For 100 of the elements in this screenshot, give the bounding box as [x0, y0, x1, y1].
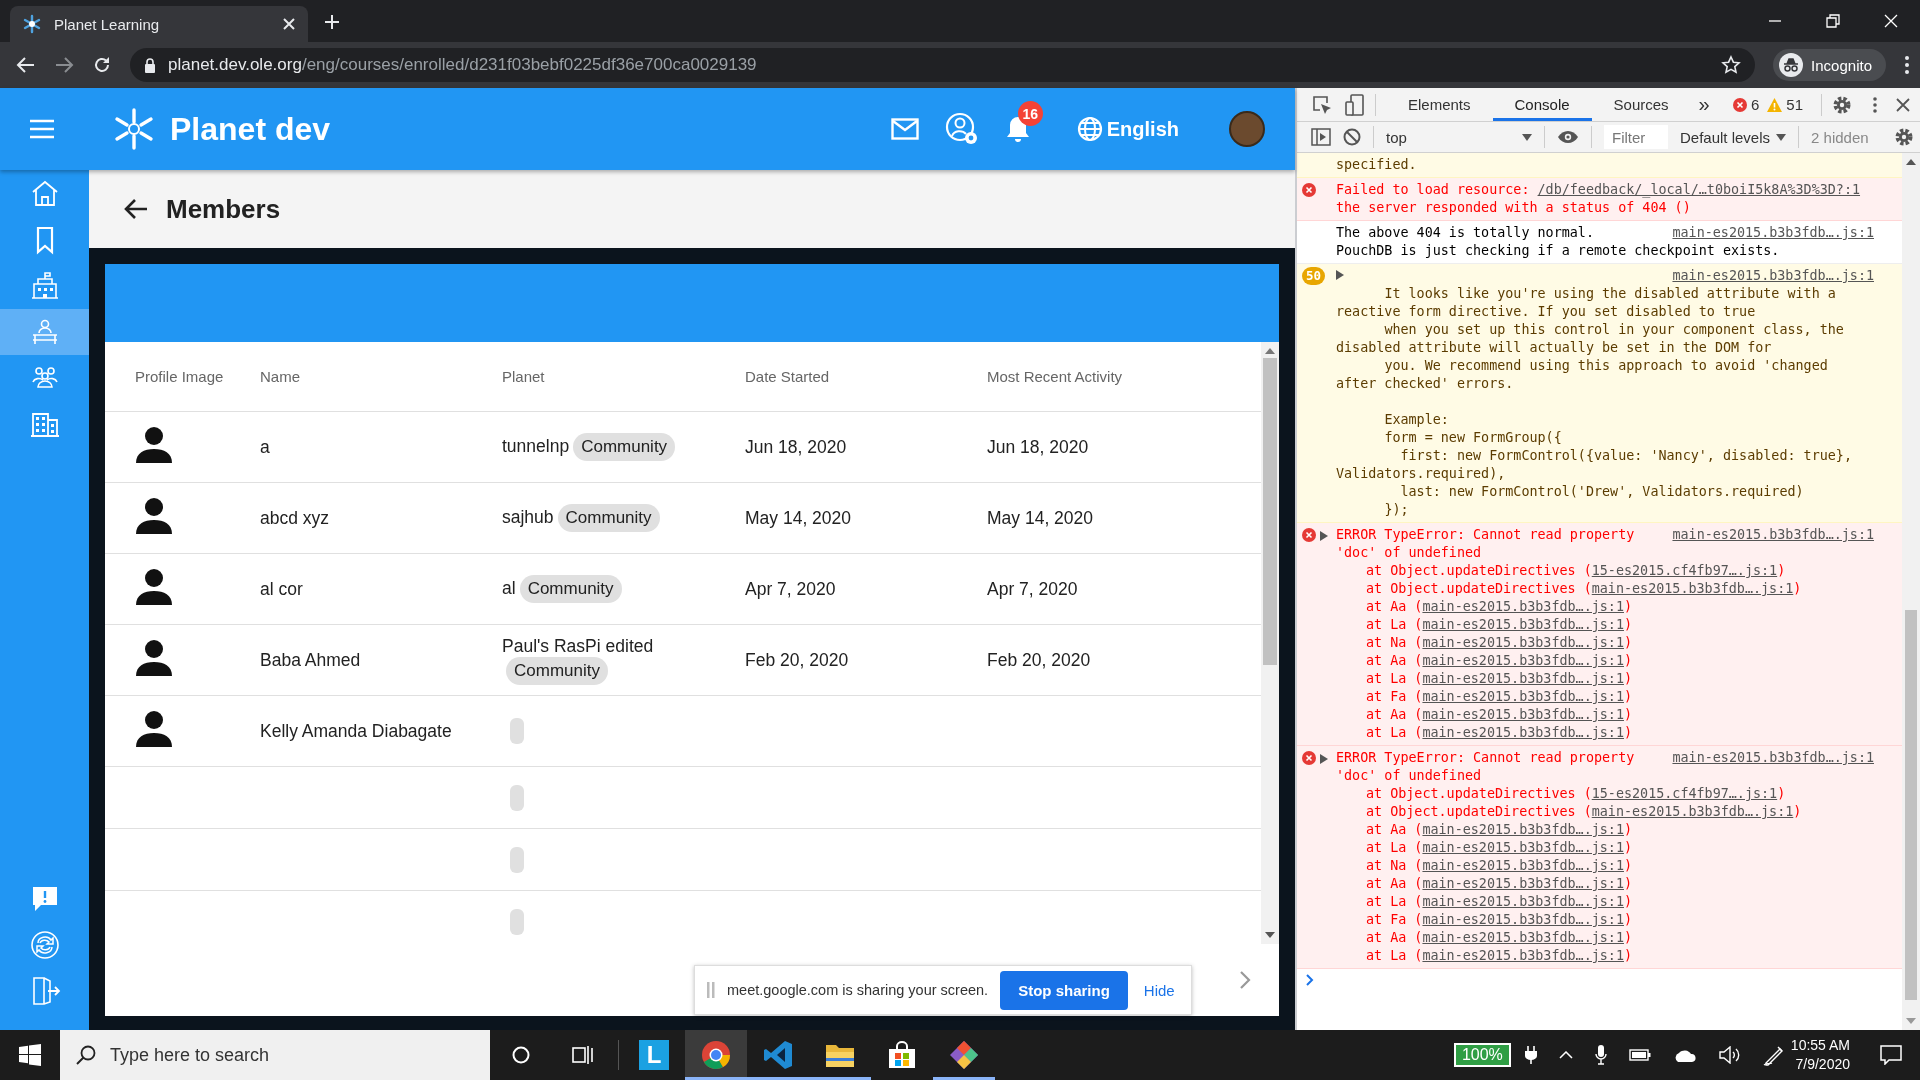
source-link[interactable]: main-es2015.b3b3fdb….js:1: [1591, 804, 1794, 819]
context-select[interactable]: top: [1386, 128, 1532, 146]
mail-icon[interactable]: [890, 118, 919, 140]
error-count[interactable]: 6: [1732, 96, 1760, 113]
devtools-tab[interactable]: Elements: [1386, 88, 1493, 121]
microphone-icon[interactable]: [1594, 1045, 1607, 1065]
warning-count[interactable]: 51: [1767, 96, 1803, 113]
stack-frame: at La (main-es2015.b3b3fdb….js:1): [1366, 724, 1874, 742]
device-toolbar-icon[interactable]: [1345, 93, 1365, 116]
forward-arrow-icon[interactable]: [54, 55, 74, 75]
loading-placeholder: [510, 846, 524, 873]
pen-icon[interactable]: [1762, 1044, 1785, 1066]
sync-icon[interactable]: [28, 929, 61, 961]
column-header[interactable]: Profile Image: [135, 368, 260, 385]
expand-triangle-icon[interactable]: [1336, 270, 1344, 280]
circle-icon[interactable]: [512, 1046, 530, 1064]
source-link[interactable]: main-es2015.b3b3fdb….js:1: [1422, 840, 1624, 855]
source-link[interactable]: main-es2015.b3b3fdb….js:1: [1422, 930, 1624, 945]
back-arrow-icon[interactable]: [124, 198, 148, 220]
source-link[interactable]: main-es2015.b3b3fdb….js:1: [1672, 267, 1874, 285]
source-link[interactable]: main-es2015.b3b3fdb….js:1: [1422, 635, 1624, 650]
next-page-chevron-icon[interactable]: [1239, 970, 1251, 990]
eye-icon[interactable]: [1557, 130, 1579, 144]
source-link[interactable]: 15-es2015.cf4fb97….js:1: [1591, 563, 1778, 578]
source-link[interactable]: main-es2015.b3b3fdb….js:1: [1422, 858, 1624, 873]
user-settings-icon[interactable]: [944, 112, 979, 146]
back-arrow-icon[interactable]: [16, 55, 36, 75]
scrollbar[interactable]: [1902, 153, 1920, 1030]
more-tabs-button[interactable]: »: [1690, 88, 1718, 121]
ring-app-icon[interactable]: [701, 1040, 731, 1070]
menu-icon[interactable]: [30, 119, 54, 139]
folder-icon[interactable]: [825, 1042, 855, 1068]
devtools-tab[interactable]: Sources: [1591, 88, 1691, 121]
speaker-icon[interactable]: [1718, 1046, 1741, 1064]
source-link[interactable]: main-es2015.b3b3fdb….js:1: [1422, 617, 1624, 632]
settings-icon[interactable]: [1894, 127, 1914, 147]
table-cell: tunnelnp: [502, 436, 570, 456]
stop-sharing-button[interactable]: Stop sharing: [1000, 970, 1128, 1010]
stack-frame: at Aa (main-es2015.b3b3fdb….js:1): [1366, 598, 1874, 616]
user-avatar[interactable]: [1229, 111, 1265, 147]
prompt-chevron-icon[interactable]: [1306, 974, 1314, 986]
notification-icon[interactable]: [1880, 1045, 1902, 1065]
column-header[interactable]: Most Recent Activity: [987, 368, 1261, 385]
menu-dots-icon[interactable]: [1872, 95, 1878, 114]
source-link[interactable]: main-es2015.b3b3fdb….js:1: [1672, 749, 1874, 767]
error-icon: [1302, 528, 1316, 542]
shopping-bag-icon[interactable]: [888, 1041, 916, 1069]
source-link[interactable]: main-es2015.b3b3fdb….js:1: [1422, 876, 1624, 891]
star-icon[interactable]: [1721, 55, 1742, 75]
source-link[interactable]: main-es2015.b3b3fdb….js:1: [1672, 224, 1874, 242]
source-link[interactable]: main-es2015.b3b3fdb….js:1: [1422, 912, 1624, 927]
restore-icon[interactable]: [1826, 14, 1840, 28]
column-header[interactable]: Planet: [502, 368, 745, 385]
source-link[interactable]: main-es2015.b3b3fdb….js:1: [1672, 526, 1874, 544]
expand-triangle-icon[interactable]: [1320, 754, 1328, 764]
source-link[interactable]: 15-es2015.cf4fb97….js:1: [1591, 786, 1778, 801]
warning-icon: [1767, 97, 1783, 112]
scrollbar[interactable]: [1261, 342, 1279, 944]
table-cell-text: a: [260, 436, 271, 458]
clock-date[interactable]: 7/9/2020: [1795, 1055, 1850, 1074]
reload-icon[interactable]: [92, 55, 112, 75]
source-link[interactable]: main-es2015.b3b3fdb….js:1: [1422, 689, 1624, 704]
source-link[interactable]: main-es2015.b3b3fdb….js:1: [1422, 707, 1624, 722]
plus-icon[interactable]: [324, 14, 340, 30]
hide-button[interactable]: Hide: [1139, 977, 1179, 1003]
windows-logo-icon[interactable]: [19, 1044, 41, 1066]
filter-field[interactable]: Filter: [1604, 125, 1668, 149]
task-view-icon[interactable]: [572, 1045, 594, 1065]
source-link[interactable]: main-es2015.b3b3fdb….js:1: [1591, 581, 1794, 596]
close-icon[interactable]: [1896, 97, 1910, 112]
caret-up-icon[interactable]: [1558, 1051, 1573, 1059]
sidebar-toggle-icon[interactable]: [1311, 128, 1331, 146]
search-field[interactable]: Type here to search: [60, 1030, 490, 1080]
source-link[interactable]: main-es2015.b3b3fdb….js:1: [1422, 725, 1624, 740]
profile-button[interactable]: Incognito: [1773, 49, 1886, 81]
inspect-element-icon[interactable]: [1311, 93, 1333, 116]
battery-icon[interactable]: [1628, 1049, 1651, 1061]
clear-console-icon[interactable]: [1343, 128, 1361, 146]
console-error-text: ERROR TypeError: Cannot read property: [1336, 749, 1635, 767]
source-link[interactable]: main-es2015.b3b3fdb….js:1: [1422, 822, 1624, 837]
source-link[interactable]: main-es2015.b3b3fdb….js:1: [1422, 948, 1624, 963]
source-link[interactable]: main-es2015.b3b3fdb….js:1: [1422, 894, 1624, 909]
diamond-app-icon[interactable]: [949, 1040, 979, 1070]
clock-time[interactable]: 10:55 AM: [1790, 1036, 1850, 1055]
menu-dots-icon[interactable]: [1904, 55, 1910, 75]
source-link[interactable]: main-es2015.b3b3fdb….js:1: [1422, 599, 1624, 614]
browser-tab[interactable]: Planet Learning: [10, 6, 308, 42]
source-link[interactable]: main-es2015.b3b3fdb….js:1: [1422, 671, 1624, 686]
settings-icon[interactable]: [1832, 94, 1852, 115]
log-levels-select[interactable]: Default levels: [1680, 128, 1787, 146]
address-field[interactable]: planet.dev.ole.org/eng/courses/enrolled/d231f03bebf0225df36e700ca0029139: [130, 48, 1756, 82]
loading-placeholder: [510, 908, 524, 935]
error-icon: [1732, 97, 1747, 112]
expand-triangle-icon[interactable]: [1320, 531, 1328, 541]
plug-icon[interactable]: [1524, 1046, 1537, 1064]
column-header[interactable]: Date Started: [745, 368, 987, 385]
source-link[interactable]: /db/feedback/_local/…t0boiI5k8A%3D%3D?:1: [1537, 182, 1861, 197]
ribbon-app-icon[interactable]: [763, 1040, 793, 1070]
column-header[interactable]: Name: [260, 368, 502, 385]
source-link[interactable]: main-es2015.b3b3fdb….js:1: [1422, 653, 1624, 668]
